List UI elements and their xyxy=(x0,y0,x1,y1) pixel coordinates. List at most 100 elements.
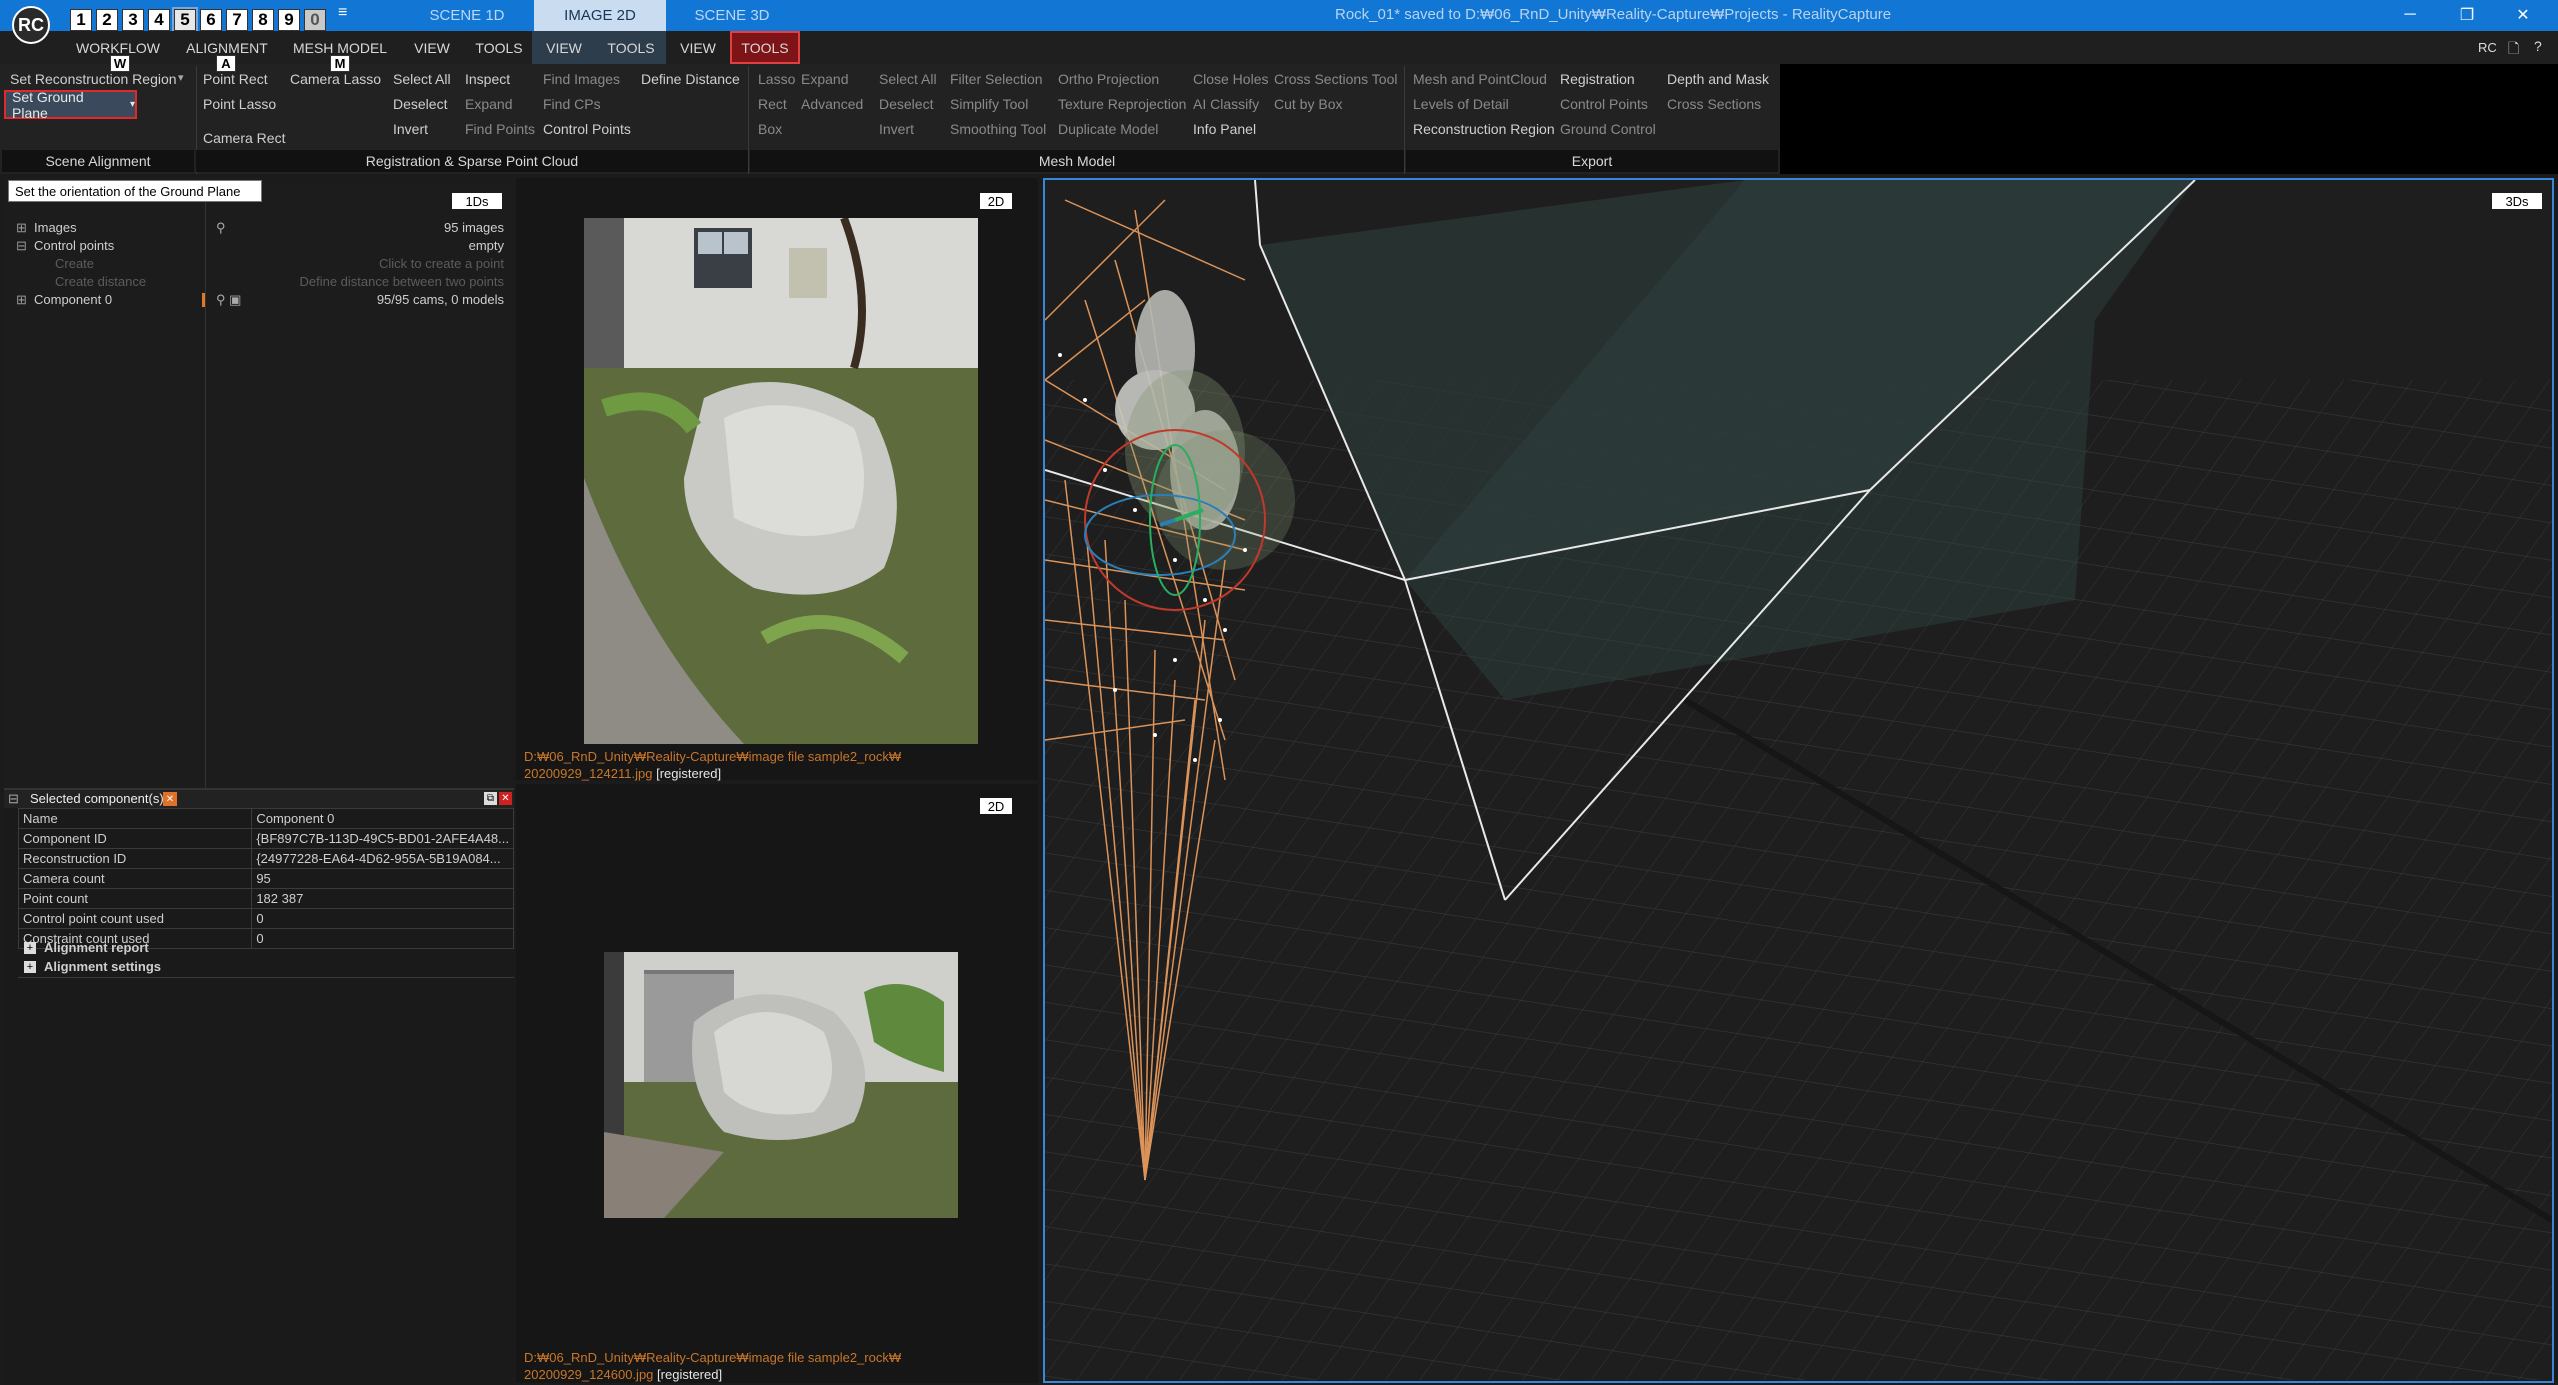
view-badge-2d[interactable]: 2D xyxy=(980,798,1012,814)
tab-image-2d[interactable]: IMAGE 2D xyxy=(534,0,666,31)
cross-sections-button[interactable]: Cross Sections xyxy=(1667,96,1761,112)
menu-2d-view[interactable]: VIEW xyxy=(532,31,596,64)
find-cps-button[interactable]: Find CPs xyxy=(543,96,601,112)
texture-reprojection-button[interactable]: Texture Reprojection xyxy=(1058,96,1186,112)
define-distance-button[interactable]: Define Distance xyxy=(641,71,740,87)
mesh-deselect-button[interactable]: Deselect xyxy=(879,96,933,112)
tree-component[interactable]: Component 0 xyxy=(34,292,112,307)
tab-scene-1d[interactable]: SCENE 1D xyxy=(400,0,534,31)
cut-by-box-button[interactable]: Cut by Box xyxy=(1274,96,1342,112)
property-value[interactable]: 182 387 xyxy=(251,888,514,909)
menu-2d-tools[interactable]: TOOLS xyxy=(596,31,666,64)
expand-icon[interactable]: ⊞ xyxy=(16,292,27,308)
image-path-bottom: D:₩06_RnD_Unity₩Reality-Capture₩image fi… xyxy=(524,1350,902,1365)
collapse-icon[interactable]: ⊟ xyxy=(8,791,19,807)
box-button[interactable]: Box xyxy=(758,121,782,137)
invert-button[interactable]: Invert xyxy=(393,121,428,137)
view-badge-3ds[interactable]: 3Ds xyxy=(2492,193,2542,209)
lasso-button[interactable]: Lasso xyxy=(758,71,795,87)
info-panel-button[interactable]: Info Panel xyxy=(1193,121,1256,137)
export-reconstruction-region-button[interactable]: Reconstruction Region xyxy=(1413,121,1555,137)
quick-menu-icon[interactable]: ≡ xyxy=(338,4,347,22)
scene-3d-canvas[interactable] xyxy=(1045,180,2552,1380)
ortho-projection-button[interactable]: Ortho Projection xyxy=(1058,71,1159,87)
advanced-button[interactable]: Advanced xyxy=(801,96,863,112)
set-reconstruction-region-button[interactable]: Set Reconstruction Region xyxy=(10,71,177,87)
layout-button-6[interactable]: 6 xyxy=(200,9,222,31)
property-value[interactable]: {BF897C7B-113D-49C5-BD01-2AFE4A48... xyxy=(251,828,514,849)
expand-icon[interactable]: ⊞ xyxy=(16,220,27,236)
deselect-button[interactable]: Deselect xyxy=(393,96,447,112)
layout-button-2[interactable]: 2 xyxy=(96,9,118,31)
find-points-button[interactable]: Find Points xyxy=(465,121,535,137)
control-points-button[interactable]: Control Points xyxy=(543,121,631,137)
property-value[interactable]: 95 xyxy=(251,868,514,889)
mesh-select-all-button[interactable]: Select All xyxy=(879,71,937,87)
expand-button[interactable]: Expand xyxy=(465,96,512,112)
duplicate-model-button[interactable]: Duplicate Model xyxy=(1058,121,1158,137)
restore-icon[interactable]: ❐ xyxy=(2452,4,2482,26)
layout-button-9[interactable]: 9 xyxy=(278,9,300,31)
set-ground-plane-button[interactable]: Set Ground Plane ▾ xyxy=(4,89,137,121)
ai-classify-button[interactable]: AI Classify xyxy=(1193,96,1259,112)
layout-button-7[interactable]: 7 xyxy=(226,9,248,31)
camera-lasso-button[interactable]: Camera Lasso xyxy=(290,71,381,87)
dropdown-arrow-icon[interactable]: ▾ xyxy=(178,71,184,84)
close-panel-icon[interactable]: ✕ xyxy=(499,792,512,805)
tree-create[interactable]: Create xyxy=(55,256,94,271)
filter-selection-button[interactable]: Filter Selection xyxy=(950,71,1043,87)
camera-rect-button[interactable]: Camera Rect xyxy=(203,130,285,146)
layout-button-5[interactable]: 5 xyxy=(172,7,198,33)
view-badge-1ds[interactable]: 1Ds xyxy=(452,193,502,209)
inspect-button[interactable]: Inspect xyxy=(465,71,510,87)
select-all-button[interactable]: Select All xyxy=(393,71,451,87)
smoothing-tool-button[interactable]: Smoothing Tool xyxy=(950,121,1046,137)
cross-sections-tool-button[interactable]: Cross Sections Tool xyxy=(1274,71,1397,87)
menu-3d-view[interactable]: VIEW xyxy=(666,31,730,64)
find-images-button[interactable]: Find Images xyxy=(543,71,620,87)
app-logo[interactable]: RC xyxy=(12,6,50,44)
collapse-icon[interactable]: ⊟ xyxy=(16,238,27,254)
minimize-icon[interactable]: ─ xyxy=(2395,4,2425,26)
property-value[interactable]: 0 xyxy=(251,928,514,949)
help-icon[interactable]: ? xyxy=(2534,38,2542,54)
warning-icon[interactable]: ✕ xyxy=(163,792,177,806)
property-value[interactable]: Component 0 xyxy=(251,808,514,829)
dropdown-arrow-icon[interactable]: ▾ xyxy=(130,99,135,110)
expand-icon[interactable]: + xyxy=(24,942,36,954)
alignment-settings-section[interactable]: Alignment settings xyxy=(44,959,161,974)
tree-control-points[interactable]: Control points xyxy=(34,238,114,253)
tree-create-distance[interactable]: Create distance xyxy=(55,274,146,289)
mesh-expand-button[interactable]: Expand xyxy=(801,71,848,87)
depth-and-mask-button[interactable]: Depth and Mask xyxy=(1667,71,1769,87)
export-mesh-pointcloud-button[interactable]: Mesh and PointCloud xyxy=(1413,71,1547,87)
menu-tools[interactable]: TOOLS xyxy=(470,31,528,64)
view-badge-2d[interactable]: 2D xyxy=(980,193,1012,209)
layout-button-3[interactable]: 3 xyxy=(122,9,144,31)
maximize-panel-icon[interactable]: ⧉ xyxy=(484,792,497,805)
layout-button-1[interactable]: 1 xyxy=(70,9,92,31)
alignment-report-section[interactable]: Alignment report xyxy=(44,940,149,955)
close-holes-button[interactable]: Close Holes xyxy=(1193,71,1268,87)
menu-3d-tools[interactable]: TOOLS xyxy=(730,31,800,64)
layout-button-0[interactable]: 0 xyxy=(304,9,326,31)
rect-button[interactable]: Rect xyxy=(758,96,787,112)
export-control-points-button[interactable]: Control Points xyxy=(1560,96,1648,112)
menu-view[interactable]: VIEW xyxy=(404,31,460,64)
close-icon[interactable]: ✕ xyxy=(2508,4,2538,26)
property-value[interactable]: 0 xyxy=(251,908,514,929)
point-lasso-button[interactable]: Point Lasso xyxy=(203,96,276,112)
layout-button-4[interactable]: 4 xyxy=(148,9,170,31)
tab-scene-3d[interactable]: SCENE 3D xyxy=(666,0,798,31)
export-ground-control-button[interactable]: Ground Control xyxy=(1560,121,1656,137)
expand-icon[interactable]: + xyxy=(24,961,36,973)
export-registration-button[interactable]: Registration xyxy=(1560,71,1635,87)
tree-images[interactable]: Images xyxy=(34,220,77,235)
property-value[interactable]: {24977228-EA64-4D62-955A-5B19A084... xyxy=(251,848,514,869)
point-rect-button[interactable]: Point Rect xyxy=(203,71,268,87)
layout-button-8[interactable]: 8 xyxy=(252,9,274,31)
levels-of-detail-button[interactable]: Levels of Detail xyxy=(1413,96,1509,112)
document-icon[interactable]: 🗋 xyxy=(2508,38,2519,62)
mesh-invert-button[interactable]: Invert xyxy=(879,121,914,137)
simplify-tool-button[interactable]: Simplify Tool xyxy=(950,96,1028,112)
